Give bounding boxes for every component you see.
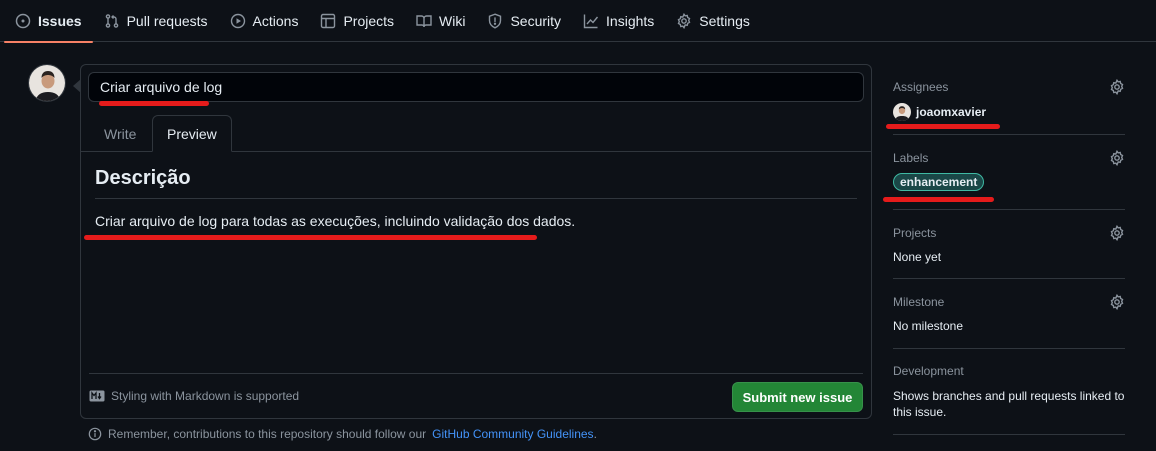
gear-icon[interactable] bbox=[1109, 225, 1125, 241]
projects-section: Projects None yet bbox=[893, 210, 1125, 279]
milestone-section: Milestone No milestone bbox=[893, 279, 1125, 349]
git-pull-request-icon bbox=[104, 13, 120, 29]
tab-projects[interactable]: Projects bbox=[309, 0, 405, 42]
info-icon bbox=[88, 427, 102, 441]
gear-icon[interactable] bbox=[1109, 294, 1125, 310]
issue-title-input[interactable] bbox=[88, 72, 864, 102]
tab-label: Projects bbox=[343, 12, 395, 29]
projects-heading: Projects bbox=[893, 226, 937, 240]
assignees-heading: Assignees bbox=[893, 80, 949, 94]
development-heading: Development bbox=[893, 364, 964, 378]
shield-icon bbox=[487, 12, 503, 29]
editor-tabs: Write Preview bbox=[81, 115, 871, 152]
markdown-hint[interactable]: Styling with Markdown is supported bbox=[89, 389, 299, 403]
table-icon bbox=[320, 13, 336, 29]
annotation-underline-assignee bbox=[886, 124, 1000, 129]
label-enhancement[interactable]: enhancement bbox=[893, 173, 985, 191]
book-icon bbox=[416, 13, 432, 29]
new-issue-form: Write Preview Descrição Criar arquivo de… bbox=[73, 64, 872, 419]
tab-label: Issues bbox=[38, 12, 82, 29]
tab-write[interactable]: Write bbox=[90, 115, 150, 152]
tab-pull-requests[interactable]: Pull requests bbox=[93, 0, 219, 42]
annotation-underline-label bbox=[883, 197, 994, 202]
play-icon bbox=[230, 13, 246, 29]
tab-security[interactable]: Security bbox=[476, 0, 572, 42]
author-avatar[interactable] bbox=[28, 64, 66, 102]
community-guidelines-link[interactable]: GitHub Community Guidelines bbox=[432, 427, 593, 441]
labels-header[interactable]: Labels bbox=[893, 135, 1125, 166]
issue-sidebar: Assignees joaomxavier Labels enhancement… bbox=[893, 64, 1125, 435]
tab-label: Pull requests bbox=[126, 12, 208, 29]
tab-label: Settings bbox=[699, 12, 750, 29]
gear-icon bbox=[676, 12, 692, 29]
milestone-value: No milestone bbox=[893, 319, 964, 333]
editor-divider bbox=[89, 373, 863, 374]
markdown-icon bbox=[89, 390, 105, 402]
issue-opened-icon bbox=[15, 13, 31, 29]
preview-body: Criar arquivo de log para todas as execu… bbox=[95, 213, 576, 229]
markdown-hint-text: Styling with Markdown is supported bbox=[111, 389, 300, 403]
guidelines-suffix: . bbox=[593, 427, 597, 441]
graph-icon bbox=[583, 13, 599, 29]
tab-insights[interactable]: Insights bbox=[572, 0, 665, 42]
milestone-heading: Milestone bbox=[893, 295, 945, 309]
guidelines-prefix: Remember, contributions to this reposito… bbox=[108, 427, 427, 441]
milestone-header[interactable]: Milestone bbox=[893, 279, 1125, 310]
annotation-underline-description bbox=[84, 235, 537, 240]
tab-label: Security bbox=[510, 12, 562, 29]
tab-label: Actions bbox=[252, 12, 299, 29]
assignee-item[interactable]: joaomxavier bbox=[893, 103, 1125, 121]
gear-icon[interactable] bbox=[1109, 150, 1125, 166]
preview-heading: Descrição bbox=[95, 167, 857, 199]
avatar bbox=[893, 103, 911, 121]
markdown-preview: Descrição Criar arquivo de log para toda… bbox=[95, 167, 857, 229]
tab-actions[interactable]: Actions bbox=[219, 0, 310, 42]
gear-icon[interactable] bbox=[1109, 79, 1125, 95]
repo-nav: Issues Pull requests Actions Projects Wi… bbox=[0, 0, 1156, 43]
development-value: Shows branches and pull requests linked … bbox=[893, 389, 1125, 419]
development-header: Development bbox=[893, 349, 1125, 378]
tab-settings[interactable]: Settings bbox=[665, 0, 761, 42]
submit-new-issue-button[interactable]: Submit new issue bbox=[732, 382, 863, 412]
labels-heading: Labels bbox=[893, 151, 929, 165]
projects-value: None yet bbox=[893, 250, 942, 264]
projects-header[interactable]: Projects bbox=[893, 210, 1125, 241]
annotation-underline-title bbox=[99, 101, 209, 106]
tab-label: Insights bbox=[606, 12, 655, 29]
community-guidelines-note: Remember, contributions to this reposito… bbox=[88, 427, 597, 441]
development-section: Development Shows branches and pull requ… bbox=[893, 349, 1125, 435]
tab-issues[interactable]: Issues bbox=[4, 0, 93, 43]
assignee-name: joaomxavier bbox=[916, 105, 987, 119]
assignees-header[interactable]: Assignees bbox=[893, 64, 1125, 95]
tab-preview[interactable]: Preview bbox=[152, 115, 232, 152]
tab-label: Wiki bbox=[439, 12, 466, 29]
tab-wiki[interactable]: Wiki bbox=[405, 0, 476, 42]
